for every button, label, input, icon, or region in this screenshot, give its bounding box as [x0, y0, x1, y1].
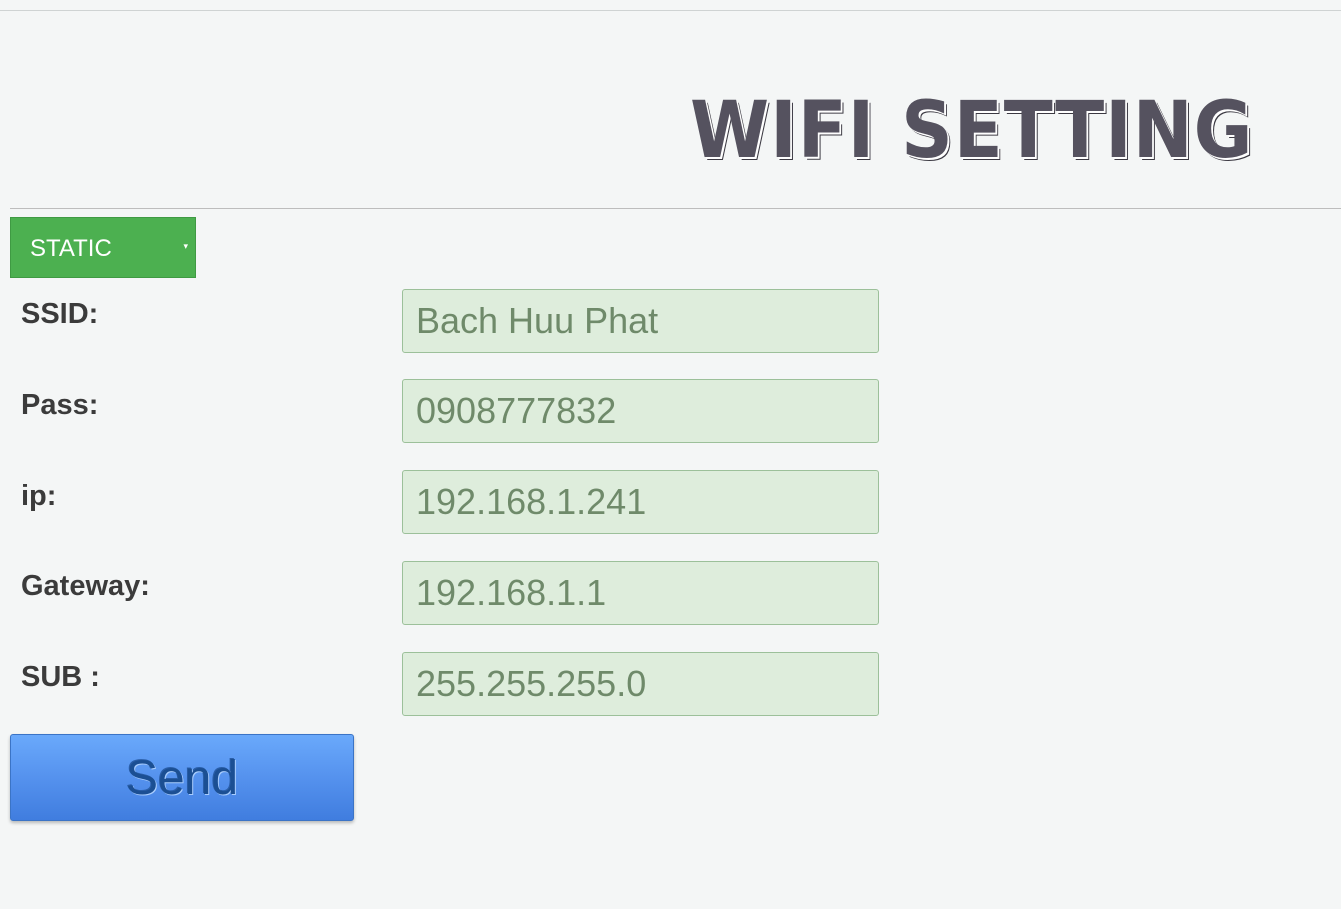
header-divider — [10, 208, 1341, 209]
gateway-label: Gateway: — [21, 570, 150, 602]
send-button-label: Send — [125, 752, 239, 805]
password-input[interactable] — [402, 379, 879, 443]
ip-label: ip: — [21, 480, 57, 512]
ssid-input[interactable] — [402, 289, 879, 353]
ip-mode-selected-value: STATIC — [30, 235, 112, 262]
ip-mode-select[interactable]: STATIC ▾ — [10, 217, 196, 278]
pass-label: Pass: — [21, 389, 99, 421]
ip-input[interactable] — [402, 470, 879, 534]
top-divider — [0, 10, 1341, 11]
wifi-setting-page: WIFI SETTING STATIC ▾ SSID: Pass: ip: Ga… — [0, 0, 1341, 909]
subnet-label: SUB : — [21, 661, 100, 693]
chevron-down-icon: ▾ — [183, 242, 188, 252]
ssid-label: SSID: — [21, 298, 99, 330]
gateway-input[interactable] — [402, 561, 879, 625]
send-button[interactable]: Send — [10, 734, 354, 821]
subnet-input[interactable] — [402, 652, 879, 716]
page-title: WIFI SETTING — [690, 86, 1254, 176]
